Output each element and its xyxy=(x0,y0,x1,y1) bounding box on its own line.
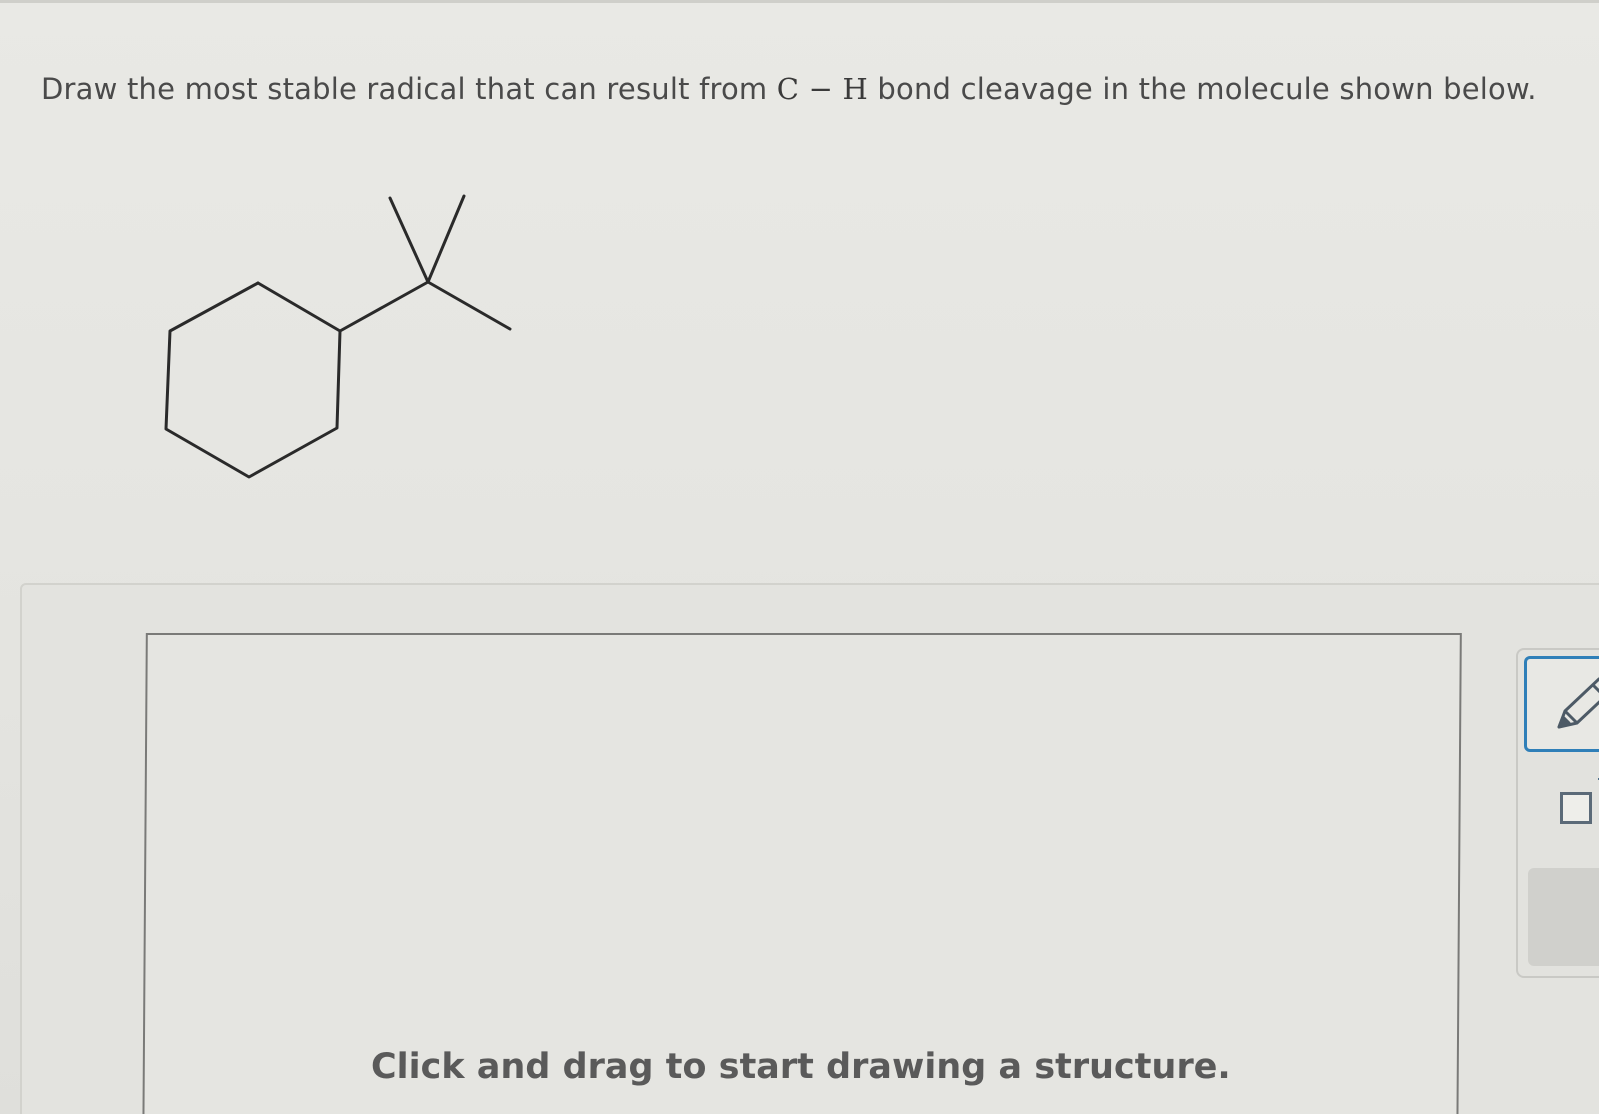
methyl-bond-2 xyxy=(426,194,466,284)
cyclohexane-ring xyxy=(164,281,342,479)
ring-to-quaternary-bond xyxy=(338,280,430,333)
checkbox-icon[interactable] xyxy=(1560,792,1592,824)
drawing-canvas[interactable]: Click and drag to start drawing a struct… xyxy=(142,633,1462,1114)
question-math: C − H xyxy=(776,72,868,106)
drawing-toolbar xyxy=(1516,648,1599,978)
molecule-structure xyxy=(164,194,512,479)
methyl-bond-3 xyxy=(426,280,512,331)
question-prefix: Draw the most stable radical that can re… xyxy=(41,72,777,106)
pencil-icon xyxy=(1557,677,1599,729)
question-prompt: Draw the most stable radical that can re… xyxy=(41,72,1537,106)
tool-button-disabled[interactable] xyxy=(1528,868,1599,966)
top-divider xyxy=(0,0,1599,3)
methyl-bond-1 xyxy=(388,196,430,284)
pencil-tool-button[interactable] xyxy=(1524,656,1599,752)
page: Draw the most stable radical that can re… xyxy=(0,0,1599,1114)
question-suffix: bond cleavage in the molecule shown belo… xyxy=(868,72,1537,106)
canvas-hint: Click and drag to start drawing a struct… xyxy=(370,1047,1231,1087)
